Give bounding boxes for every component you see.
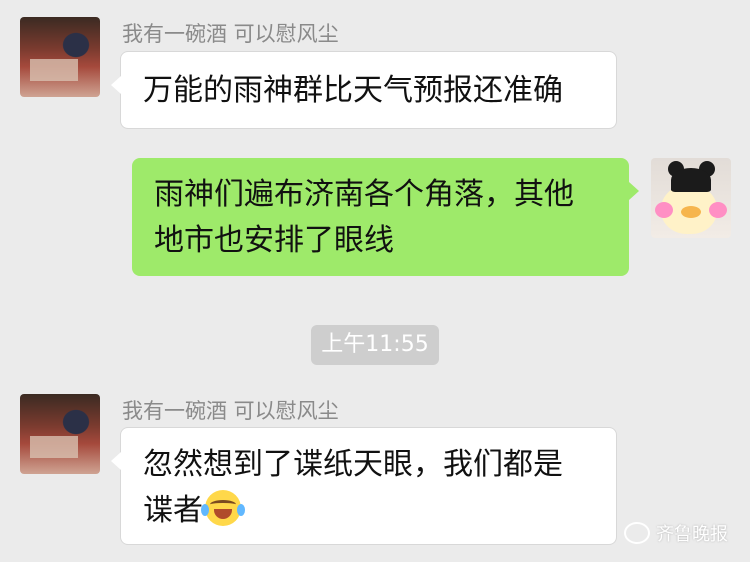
sender-avatar[interactable] (20, 394, 100, 474)
tear-icon (237, 504, 245, 516)
self-avatar[interactable] (651, 158, 731, 238)
message-text-line: 谍者 (143, 493, 203, 528)
sender-name: 我有一碗酒 可以慰风尘 (122, 22, 339, 46)
laughing-tears-emoji (201, 490, 245, 526)
watermark: 齐鲁晚报 (624, 520, 728, 546)
avatar-image (20, 17, 100, 97)
message-timestamp: 上午11:55 (311, 325, 439, 365)
duck-beak (681, 206, 701, 218)
wechat-icon (624, 522, 650, 544)
tear-icon (201, 504, 209, 516)
message-text-line-2: 谍者 (143, 488, 594, 534)
message-bubble[interactable]: 忽然想到了谍纸天眼，我们都是 谍者 (111, 427, 617, 545)
sender-name: 我有一碗酒 可以慰风尘 (122, 399, 339, 423)
watermark-text: 齐鲁晚报 (656, 524, 728, 545)
message-text-line: 忽然想到了谍纸天眼，我们都是 (143, 447, 563, 482)
duck-hat (671, 168, 711, 192)
message-text-line: 地市也安排了眼线 (154, 223, 394, 258)
message-text: 万能的雨神群比天气预报还准确 (143, 73, 563, 108)
duck-cheek (655, 202, 673, 218)
sender-avatar[interactable] (20, 17, 100, 97)
avatar-image (20, 394, 100, 474)
message-bubble-self[interactable]: 雨神们遍布济南各个角落，其他 地市也安排了眼线 (132, 158, 639, 276)
message-bubble[interactable]: 万能的雨神群比天气预报还准确 (111, 51, 617, 129)
duck-cheek (709, 202, 727, 218)
message-text-line: 雨神们遍布济南各个角落，其他 (154, 177, 574, 212)
duck-avatar-image (651, 158, 731, 238)
